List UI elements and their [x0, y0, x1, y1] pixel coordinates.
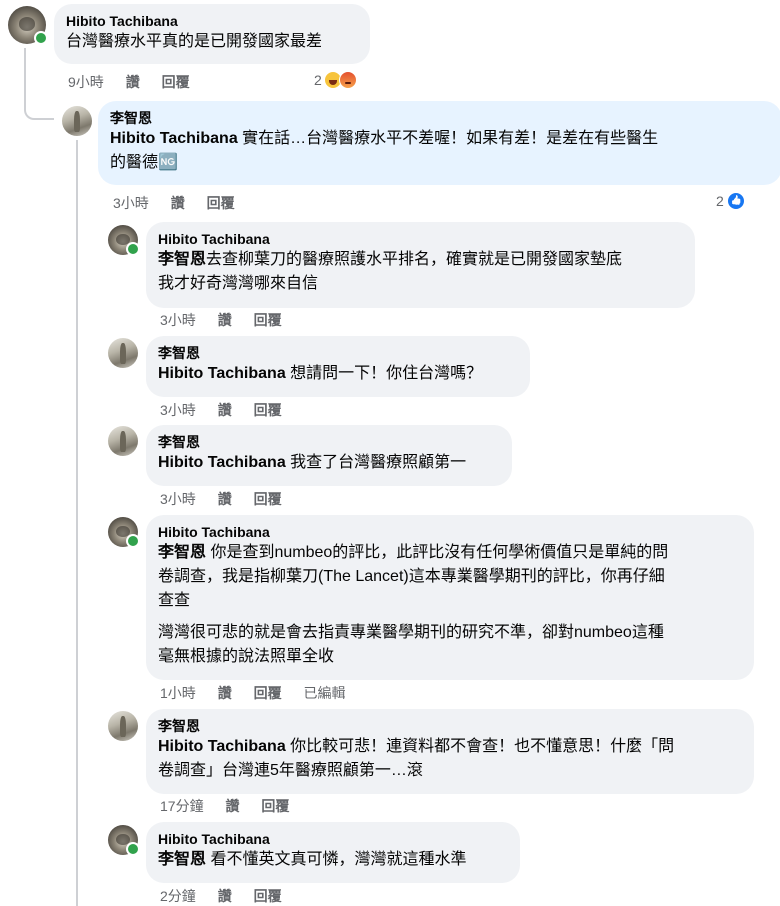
online-status-icon: [34, 31, 48, 45]
comment-text: Hibito Tachibana 想請問一下！你住台灣嗎？: [158, 365, 483, 382]
comment-time[interactable]: 17分鐘: [160, 798, 204, 814]
comment-bubble: Hibito Tachibana 李智恩 看不懂英文真可憐，灣灣就這種水準: [146, 822, 520, 883]
comment-actions: 17分鐘 讚 回覆: [160, 797, 307, 815]
comment-time[interactable]: 2分鐘: [160, 888, 196, 904]
avatar[interactable]: [8, 6, 48, 45]
avatar[interactable]: [108, 711, 138, 741]
reply-button[interactable]: 回覆: [254, 402, 282, 418]
mention-link[interactable]: Hibito Tachibana: [158, 454, 286, 471]
comment-author[interactable]: 李智恩: [158, 717, 742, 735]
mention-link[interactable]: Hibito Tachibana: [158, 738, 286, 755]
comment-bubble: 李智恩 Hibito Tachibana 我查了台灣醫療照顧第一: [146, 425, 512, 486]
comment-bubble: Hibito Tachibana 台灣醫療水平真的是已開發國家最差: [54, 4, 370, 64]
thread-line: [76, 140, 78, 906]
comment-text: 李智恩 看不懂英文真可憐，灣灣就這種水準: [158, 851, 467, 868]
avatar[interactable]: [62, 106, 92, 136]
reaction-count: 2: [314, 72, 322, 88]
reaction-summary[interactable]: 2: [314, 71, 357, 89]
comment-time[interactable]: 1小時: [160, 685, 196, 701]
comment-actions: 3小時 讚 回覆: [160, 401, 300, 419]
comment-time[interactable]: 3小時: [160, 402, 196, 418]
reply-button[interactable]: 回覆: [261, 798, 289, 814]
like-button[interactable]: 讚: [218, 491, 232, 507]
comment-text: Hibito Tachibana 你比較可悲！連資料都不會查！也不懂意思！什麼「…: [158, 738, 675, 779]
thread-connector: [24, 108, 54, 120]
mention-link[interactable]: Hibito Tachibana: [158, 365, 286, 382]
comment-bubble: Hibito Tachibana 李智恩去查柳葉刀的醫療照護水平排名，確實就是已…: [146, 222, 695, 308]
comment-bubble: 李智恩 Hibito Tachibana 想請問一下！你住台灣嗎？: [146, 336, 530, 397]
comment-bubble: 李智恩 Hibito Tachibana 實在話…台灣醫療水平不差喔！如果有差！…: [98, 101, 780, 185]
comment-author[interactable]: 李智恩: [158, 344, 518, 362]
avatar[interactable]: [108, 517, 140, 548]
reply-button[interactable]: 回覆: [254, 888, 282, 904]
comment-author[interactable]: Hibito Tachibana: [66, 12, 358, 30]
comment-text: 李智恩 你是查到numbeo的評比，此評比沒有任何學術價值只是單純的問 卷調查，我…: [158, 544, 669, 665]
mention-link[interactable]: 李智恩: [158, 544, 206, 561]
reply-button[interactable]: 回覆: [254, 491, 282, 507]
comment-text: Hibito Tachibana 我查了台灣醫療照顧第一: [158, 454, 467, 471]
like-button[interactable]: 讚: [218, 685, 232, 701]
comment-bubble: 李智恩 Hibito Tachibana 你比較可悲！連資料都不會查！也不懂意思…: [146, 709, 754, 794]
reply-button[interactable]: 回覆: [162, 74, 190, 90]
comment-actions: 3小時 讚 回覆: [160, 311, 300, 329]
like-button[interactable]: 讚: [218, 888, 232, 904]
like-button[interactable]: 讚: [171, 195, 185, 211]
like-button[interactable]: 讚: [218, 402, 232, 418]
comment-bubble: Hibito Tachibana 李智恩 你是查到numbeo的評比，此評比沒有…: [146, 515, 754, 680]
comment-actions: 3小時 讚 回覆: [160, 490, 300, 508]
comment-time[interactable]: 3小時: [113, 195, 149, 211]
comment-author[interactable]: 李智恩: [158, 433, 500, 451]
reply-button[interactable]: 回覆: [254, 685, 282, 701]
online-status-icon: [126, 534, 140, 548]
comment-actions: 3小時 讚 回覆: [113, 194, 253, 212]
like-button[interactable]: 讚: [126, 74, 140, 90]
mention-link[interactable]: 李智恩: [158, 251, 206, 268]
angry-emoji-icon: [338, 71, 357, 89]
comment-author[interactable]: Hibito Tachibana: [158, 230, 683, 248]
online-status-icon: [126, 842, 140, 856]
comment-time[interactable]: 9小時: [68, 74, 104, 90]
reaction-summary[interactable]: 2: [716, 192, 745, 210]
avatar[interactable]: [108, 825, 140, 856]
comment-text: 台灣醫療水平真的是已開發國家最差: [66, 33, 323, 50]
thread-line: [24, 48, 26, 108]
like-emoji-icon: [726, 192, 745, 210]
comment-text: 李智恩去查柳葉刀的醫療照護水平排名，確實就是已開發國家墊底 我才好奇灣灣哪來自信: [158, 251, 623, 292]
reply-button[interactable]: 回覆: [254, 312, 282, 328]
comment-actions: 1小時 讚 回覆 已編輯: [160, 684, 363, 702]
reaction-count: 2: [716, 193, 724, 209]
comment-actions: 2分鐘 讚 回覆: [160, 887, 300, 905]
like-button[interactable]: 讚: [218, 312, 232, 328]
comment-text: Hibito Tachibana 實在話…台灣醫療水平不差喔！如果有差！是差在有…: [110, 130, 659, 171]
comment-time[interactable]: 3小時: [160, 491, 196, 507]
mention-link[interactable]: Hibito Tachibana: [110, 130, 238, 147]
reply-button[interactable]: 回覆: [207, 195, 235, 211]
comment-author[interactable]: 李智恩: [110, 109, 770, 127]
comment-actions: 9小時 讚 回覆: [68, 73, 208, 91]
mention-link[interactable]: 李智恩: [158, 851, 206, 868]
avatar[interactable]: [108, 225, 140, 256]
like-button[interactable]: 讚: [225, 798, 239, 814]
avatar[interactable]: [108, 338, 138, 368]
avatar[interactable]: [108, 426, 138, 456]
comment-author[interactable]: Hibito Tachibana: [158, 830, 508, 848]
edited-label: 已編輯: [303, 685, 346, 701]
comment-author[interactable]: Hibito Tachibana: [158, 523, 742, 541]
online-status-icon: [126, 242, 140, 256]
comment-time[interactable]: 3小時: [160, 312, 196, 328]
